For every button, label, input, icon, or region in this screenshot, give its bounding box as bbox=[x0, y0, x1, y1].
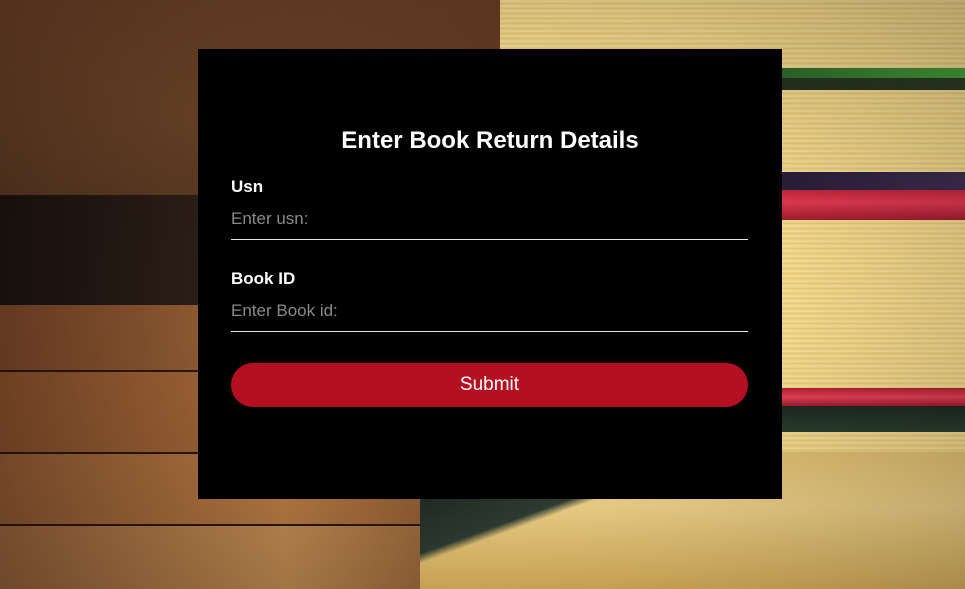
submit-button[interactable]: Submit bbox=[231, 363, 748, 407]
book-id-input[interactable] bbox=[231, 301, 748, 332]
book-id-field-group: Book ID bbox=[231, 269, 748, 332]
form-title: Enter Book Return Details bbox=[341, 127, 639, 154]
usn-label: Usn bbox=[231, 177, 264, 196]
usn-input[interactable] bbox=[231, 209, 748, 240]
usn-field-group: Usn bbox=[231, 177, 748, 240]
book-return-form-card: Enter Book Return Details Usn Book ID Su… bbox=[198, 49, 782, 499]
book-id-label: Book ID bbox=[231, 269, 296, 288]
